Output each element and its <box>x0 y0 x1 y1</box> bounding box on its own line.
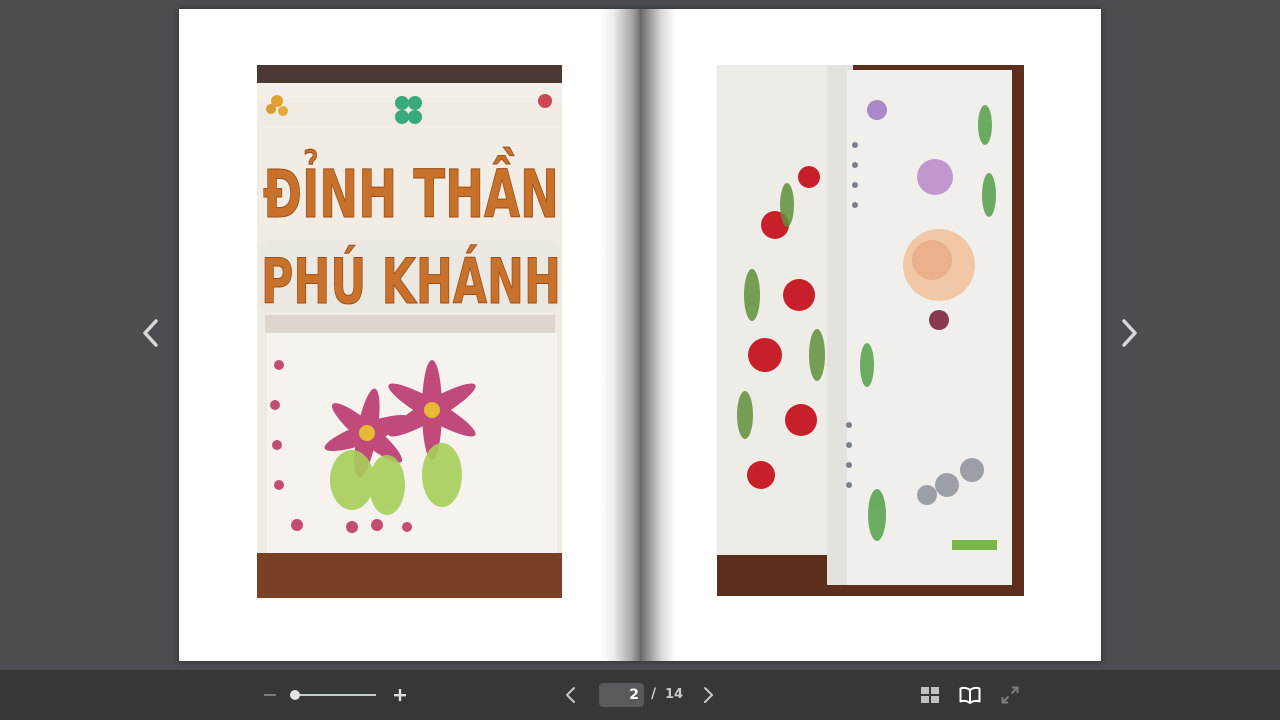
toolbar-next-button[interactable] <box>699 684 719 706</box>
viewer-stage: ĐỈNH THẦN PHÚ KHÁNH <box>0 0 1280 670</box>
expand-icon <box>1001 686 1019 704</box>
page-number-input[interactable]: 2 <box>599 683 644 707</box>
prev-page-arrow[interactable] <box>136 316 166 350</box>
cover-illustration: ĐỈNH THẦN PHÚ KHÁNH <box>257 65 562 598</box>
cover-text-line2: PHÚ KHÁNH <box>261 245 561 318</box>
open-book-icon <box>959 686 981 704</box>
zoom-out-button[interactable] <box>260 685 280 705</box>
page-separator: / <box>651 686 657 702</box>
cover-photo: ĐỈNH THẦN PHÚ KHÁNH <box>257 65 562 598</box>
zoom-in-button[interactable] <box>390 685 410 705</box>
toolbar-prev-button[interactable] <box>560 684 580 706</box>
zoom-slider-track <box>294 694 376 696</box>
zoom-slider-thumb[interactable] <box>290 690 300 700</box>
zoom-slider[interactable] <box>290 689 376 701</box>
chevron-right-icon <box>1122 319 1137 347</box>
minus-icon <box>264 694 276 696</box>
book-spread: ĐỈNH THẦN PHÚ KHÁNH <box>179 9 1101 661</box>
flower-drawing-illustration <box>717 65 1024 596</box>
book-view-button[interactable] <box>958 683 982 707</box>
next-page-arrow[interactable] <box>1114 316 1144 350</box>
chevron-left-icon <box>143 319 158 347</box>
grid-icon <box>921 687 939 703</box>
thumbnails-button[interactable] <box>919 684 941 706</box>
fullscreen-button[interactable] <box>999 684 1021 706</box>
page-total: 14 <box>665 687 684 702</box>
chevron-right-icon <box>704 687 713 703</box>
chevron-left-icon <box>566 687 575 703</box>
right-page[interactable] <box>640 9 1101 661</box>
drawing-photo <box>717 65 1024 596</box>
plus-icon <box>394 689 406 701</box>
left-page[interactable]: ĐỈNH THẦN PHÚ KHÁNH <box>179 9 640 661</box>
cover-text-line1: ĐỈNH THẦN <box>263 147 559 233</box>
